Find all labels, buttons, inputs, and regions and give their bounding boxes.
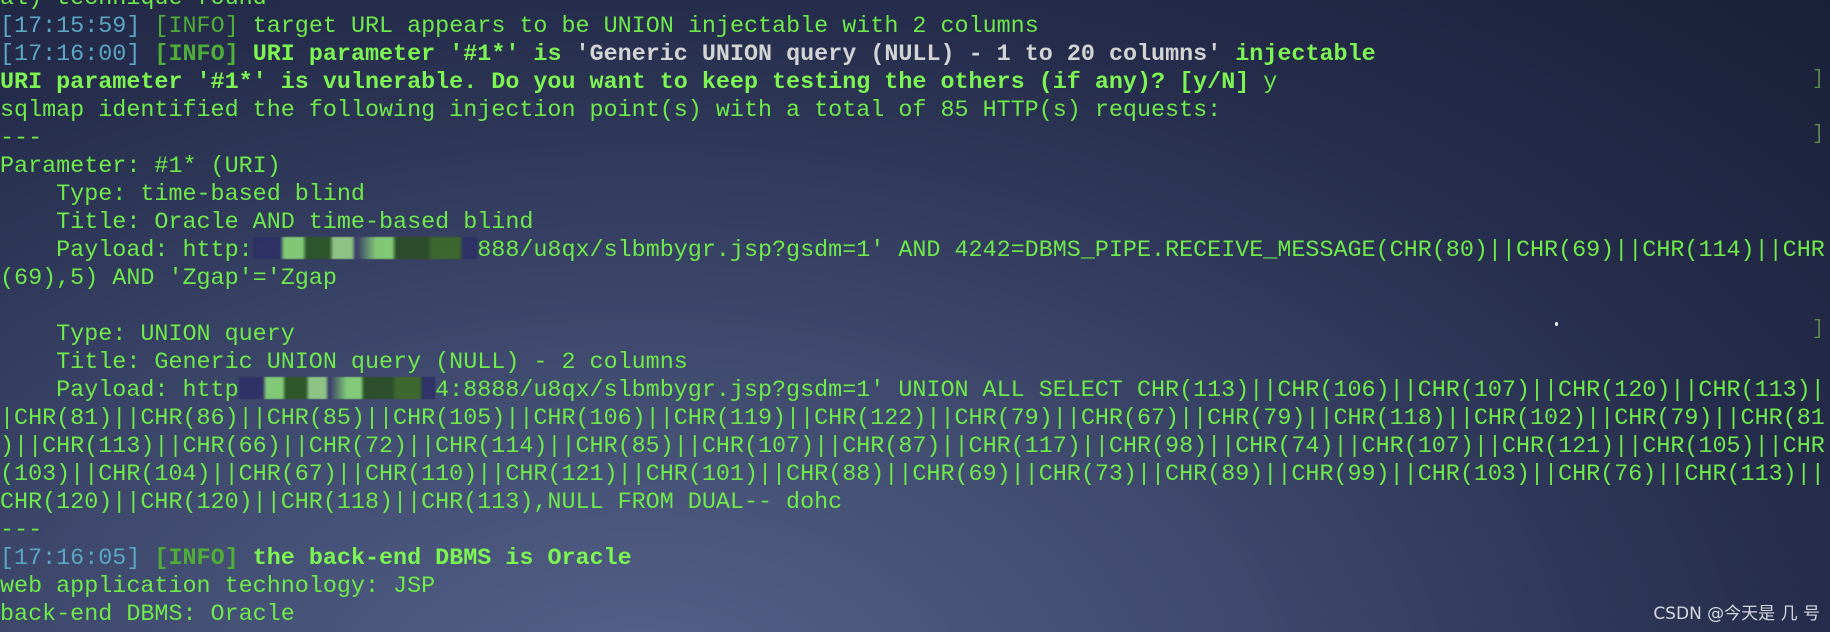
terminal-line: URI parameter '#1*' is vulnerable. Do yo…	[0, 69, 1830, 97]
terminal-line: Title: Generic UNION query (NULL) - 2 co…	[0, 349, 1830, 377]
terminal-text: Type: UNION query	[0, 322, 295, 348]
terminal-margin-bracket: ]	[1811, 318, 1824, 341]
terminal-line: Title: Oracle AND time-based blind	[0, 209, 1830, 237]
terminal-text: 'Generic UNION query (NULL) - 1 to 20 co…	[575, 42, 1222, 68]
timestamp: [17:16:00]	[0, 42, 141, 68]
terminal-text: Title: Oracle AND time-based blind	[0, 210, 534, 236]
terminal-text: )||CHR(113)||CHR(66)||CHR(72)||CHR(114)|…	[0, 434, 1825, 460]
terminal-text: ---	[0, 518, 43, 544]
mouse-cursor-icon	[1555, 322, 1558, 326]
terminal-line: web application technology: JSP	[0, 573, 1830, 601]
terminal-line: [17:16:00] [INFO] URI parameter '#1*' is…	[0, 41, 1830, 69]
terminal-text: web application technology: JSP	[0, 574, 436, 600]
terminal-line: CHR(120)||CHR(120)||CHR(118)||CHR(113),N…	[0, 489, 1830, 517]
redacted-host	[238, 377, 436, 399]
terminal-text: (103)||CHR(104)||CHR(67)||CHR(110)||CHR(…	[0, 462, 1825, 488]
terminal-margin-bracket: ]	[1811, 123, 1824, 146]
log-level: [INFO]	[154, 42, 239, 68]
terminal-text: 4:8888/u8qx/slbmbygr.jsp?gsdm=1' UNION A…	[435, 378, 1825, 404]
terminal-text: Title: Generic UNION query (NULL) - 2 co…	[0, 350, 688, 376]
terminal-text: target URL appears to be UNION injectabl…	[238, 14, 1039, 40]
terminal-margin-bracket: ]	[1811, 68, 1824, 91]
terminal-text: CHR(120)||CHR(120)||CHR(118)||CHR(113),N…	[0, 490, 843, 516]
terminal-line: ---	[0, 125, 1830, 153]
terminal-text: Payload: http	[0, 378, 239, 404]
terminal-line: al) technique found	[0, 0, 1830, 13]
terminal-text: the back-end DBMS is Oracle	[238, 546, 632, 572]
terminal-text: 888/u8qx/slbmbygr.jsp?gsdm=1' AND 4242=D…	[477, 238, 1825, 264]
terminal-line: ---	[0, 517, 1830, 545]
terminal-text: |CHR(81)||CHR(86)||CHR(85)||CHR(105)||CH…	[0, 406, 1825, 432]
terminal-line: Payload: http: 888/u8qx/slbmbygr.jsp?gsdm…	[0, 237, 1830, 265]
terminal-text: back-end DBMS: Oracle	[0, 602, 295, 628]
terminal-text: Type: time-based blind	[0, 182, 365, 208]
timestamp: [17:15:59]	[0, 14, 141, 40]
terminal-line: sqlmap identified the following injectio…	[0, 97, 1830, 125]
terminal-text: al) technique found	[0, 0, 267, 12]
terminal-text: Payload: http:	[0, 238, 253, 264]
terminal-line: (69),5) AND 'Zgap'='Zgap	[0, 265, 1830, 293]
terminal-line: Payload: http 4:8888/u8qx/slbmbygr.jsp?gs…	[0, 377, 1830, 405]
terminal-line: Type: time-based blind	[0, 181, 1830, 209]
terminal-text: (69),5) AND 'Zgap'='Zgap	[0, 266, 337, 292]
terminal-line: (103)||CHR(104)||CHR(67)||CHR(110)||CHR(…	[0, 461, 1830, 489]
terminal-line: back-end DBMS: Oracle	[0, 601, 1830, 629]
terminal-text: URI parameter '#1*' is vulnerable. Do yo…	[0, 70, 1250, 96]
terminal-line: [17:16:05] [INFO] the back-end DBMS is O…	[0, 545, 1830, 573]
terminal-line: [17:15:59] [INFO] target URL appears to …	[0, 13, 1830, 41]
terminal-line: Parameter: #1* (URI)	[0, 153, 1830, 181]
terminal-line: |CHR(81)||CHR(86)||CHR(85)||CHR(105)||CH…	[0, 405, 1830, 433]
redacted-host	[252, 237, 478, 259]
terminal-text: y	[1249, 70, 1278, 96]
watermark: CSDN @今天是 几 号	[1653, 604, 1820, 624]
terminal-text: URI parameter '#1*' is	[238, 42, 576, 68]
terminal-text: Parameter: #1* (URI)	[0, 154, 281, 180]
terminal-line: )||CHR(113)||CHR(66)||CHR(72)||CHR(114)|…	[0, 433, 1830, 461]
terminal-output: al) technique found[17:15:59] [INFO] tar…	[0, 0, 1830, 629]
terminal-text: ---	[0, 126, 43, 152]
timestamp: [17:16:05]	[0, 546, 141, 572]
terminal-text: sqlmap identified the following injectio…	[0, 98, 1222, 124]
log-level: [INFO]	[154, 546, 239, 572]
terminal-text: injectable	[1221, 42, 1376, 68]
log-level: [INFO]	[154, 14, 239, 40]
